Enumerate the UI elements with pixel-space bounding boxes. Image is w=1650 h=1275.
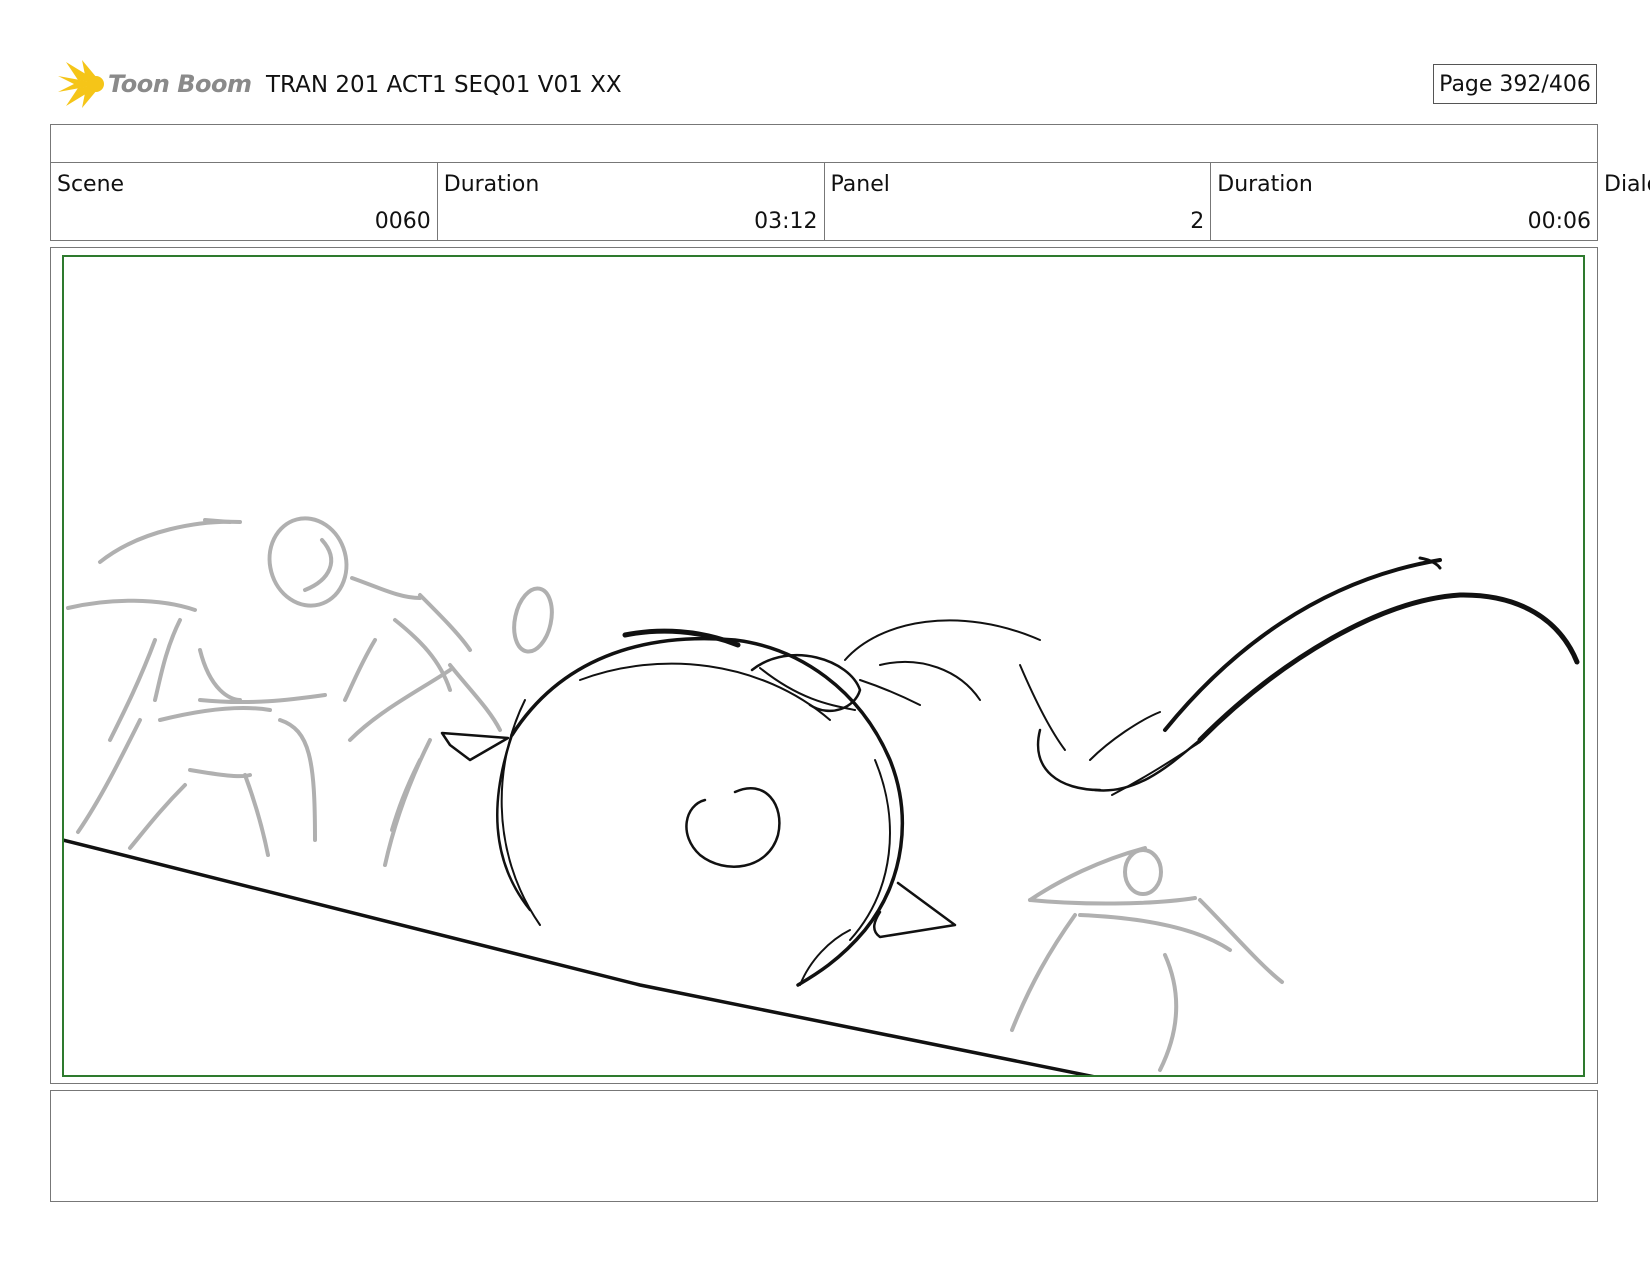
panel-sketch: [64, 516, 1580, 1075]
panel-label: Panel: [830, 172, 890, 197]
toon-boom-logo: Toon Boom: [52, 58, 252, 110]
scene-value: 0060: [374, 209, 431, 234]
foreground-character-sketch: [64, 556, 1580, 1075]
logo-wordmark: Toon Boom: [108, 70, 252, 98]
scene-label: Scene: [57, 172, 125, 197]
scene-cell: Scene 0060: [51, 162, 438, 240]
panel-duration-value: 00:06: [1527, 209, 1591, 234]
project-title: TRAN 201 ACT1 SEQ01 V01 XX: [266, 72, 622, 98]
scene-duration-label: Duration: [443, 172, 540, 197]
page-indicator: Page 392/406: [1433, 64, 1597, 104]
panel-value: 2: [1190, 209, 1205, 234]
scene-info-row: Scene 0060 Duration 03:12 Panel 2 Durati…: [50, 162, 1598, 241]
scene-duration-cell: Duration 03:12: [438, 162, 825, 240]
panel-duration-cell: Duration 00:06: [1211, 162, 1597, 240]
panel-duration-label: Duration: [1217, 172, 1313, 197]
scene-duration-value: 03:12: [754, 209, 818, 234]
dialog-label: Dialog: [1604, 172, 1650, 197]
header-bar: [50, 124, 1598, 163]
safe-frame: [62, 255, 1585, 1077]
notes-box: [50, 1090, 1598, 1202]
panel-cell: Panel 2: [825, 162, 1212, 240]
starburst-icon: [58, 60, 104, 108]
